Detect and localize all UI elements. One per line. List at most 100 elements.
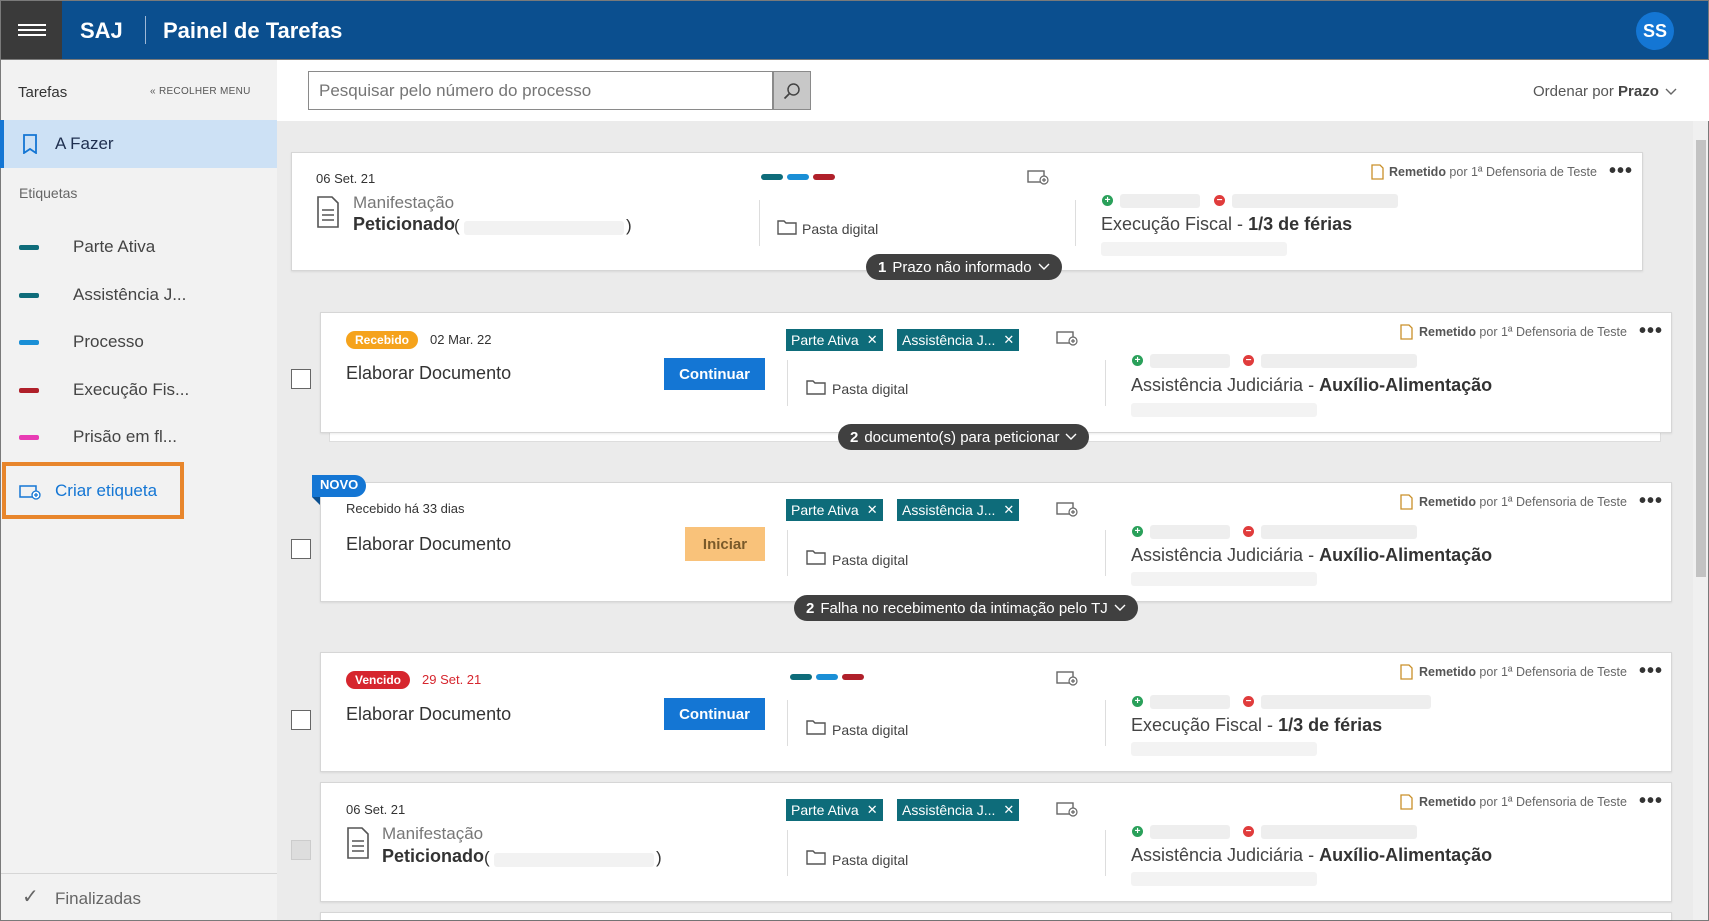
tag-chip-parte-ativa[interactable]: Parte Ativa ✕ — [786, 329, 883, 351]
task-status: Peticionado — [382, 846, 485, 866]
divider — [1105, 830, 1106, 876]
sidebar-tarefas-heading: Tarefas — [18, 84, 68, 101]
process-number-close: ) — [626, 216, 632, 235]
redacted-field — [1131, 872, 1317, 886]
sidebar-tag-execucao[interactable]: Execução Fis... — [0, 376, 277, 406]
close-icon[interactable]: ✕ — [1003, 332, 1014, 348]
document-icon — [317, 196, 339, 228]
tag-chip-assistencia[interactable]: Assistência J... ✕ — [897, 329, 1020, 351]
task-checkbox[interactable] — [291, 710, 311, 730]
remetido-label: Remetido — [1419, 795, 1476, 809]
remetido-por: por 1ª Defensoria de Teste — [1475, 795, 1627, 809]
task-checkbox[interactable] — [291, 539, 311, 559]
remetido-label: Remetido — [1389, 165, 1446, 179]
add-tag-icon[interactable] — [1056, 329, 1078, 346]
sort-value: Prazo — [1618, 83, 1659, 100]
search-input[interactable] — [308, 71, 773, 110]
search-button[interactable] — [773, 71, 811, 110]
process-number-open: ( — [484, 848, 490, 867]
task-summary: Execução Fiscal - 1/3 de férias — [1101, 214, 1352, 235]
divider — [787, 360, 788, 406]
continue-button[interactable]: Continuar — [664, 698, 765, 730]
more-options-icon[interactable]: ••• — [1639, 320, 1663, 343]
more-options-icon[interactable]: ••• — [1609, 160, 1633, 183]
remetido-info: Remetido por 1ª Defensoria de Teste — [1419, 495, 1627, 509]
pasta-digital-link[interactable]: Pasta digital — [802, 221, 878, 237]
pasta-digital-link[interactable]: Pasta digital — [832, 722, 908, 738]
chip-label: Assistência J... — [902, 502, 996, 518]
close-icon[interactable]: ✕ — [867, 802, 878, 818]
task-card[interactable] — [320, 912, 1672, 920]
more-options-icon[interactable]: ••• — [1639, 490, 1663, 513]
intimation-failure-pill[interactable]: 2 Falha no recebimento da intimação pelo… — [794, 595, 1138, 621]
close-icon[interactable]: ✕ — [867, 502, 878, 518]
tag-indicators[interactable] — [790, 674, 864, 680]
task-checkbox[interactable] — [291, 369, 311, 389]
document-icon — [347, 827, 369, 859]
sidebar-tag-processo[interactable]: Processo — [0, 328, 277, 358]
task-type: Manifestação — [353, 193, 455, 212]
close-icon[interactable]: ✕ — [1003, 502, 1014, 518]
tag-chip-parte-ativa[interactable]: Parte Ativa ✕ — [786, 499, 883, 521]
collapse-menu-button[interactable]: « RECOLHER MENU — [150, 86, 251, 97]
tag-chip-assistencia[interactable]: Assistência J... ✕ — [897, 499, 1020, 521]
folder-icon — [806, 380, 826, 395]
sent-document-icon — [1400, 324, 1413, 340]
deadline-pill[interactable]: 1 Prazo não informado — [866, 254, 1062, 280]
process-number-redacted — [464, 221, 624, 235]
hamburger-menu-icon[interactable] — [1, 1, 62, 59]
divider — [1105, 530, 1106, 576]
start-button[interactable]: Iniciar — [685, 527, 765, 561]
pill-text: documento(s) para peticionar — [864, 428, 1060, 446]
avatar[interactable]: SS — [1636, 12, 1674, 50]
sent-document-icon — [1400, 494, 1413, 510]
redacted-field — [1261, 825, 1417, 839]
add-tag-icon[interactable] — [1056, 500, 1078, 517]
task-date: Recebido há 33 dias — [346, 501, 465, 516]
more-options-icon[interactable]: ••• — [1639, 660, 1663, 683]
remetido-info: Remetido por 1ª Defensoria de Teste — [1419, 325, 1627, 339]
divider — [759, 200, 760, 246]
summary-bold: Auxílio-Alimentação — [1319, 545, 1493, 565]
status-badge: Recebido — [346, 331, 419, 349]
add-tag-icon[interactable] — [1056, 669, 1078, 686]
sidebar-tag-parte-ativa[interactable]: Parte Ativa — [0, 233, 277, 263]
task-date: 06 Set. 21 — [346, 802, 406, 817]
pasta-digital-link[interactable]: Pasta digital — [832, 381, 908, 397]
add-tag-icon[interactable] — [1056, 800, 1078, 817]
redacted-field — [1131, 572, 1317, 586]
sidebar-item-finalizadas[interactable]: Finalizadas — [55, 889, 141, 909]
app-logo[interactable]: SAJ — [80, 18, 123, 44]
scrollbar-thumb[interactable] — [1696, 140, 1706, 577]
plus-icon: + — [1102, 195, 1113, 206]
pasta-digital-link[interactable]: Pasta digital — [832, 552, 908, 568]
create-tag-label: Criar etiqueta — [55, 481, 158, 500]
continue-button[interactable]: Continuar — [664, 358, 765, 390]
sidebar-tag-assistencia[interactable]: Assistência J... — [0, 281, 277, 311]
redacted-field — [1150, 354, 1230, 368]
remetido-info: Remetido por 1ª Defensoria de Teste — [1419, 665, 1627, 679]
plus-icon: + — [1132, 355, 1143, 366]
task-title: Elaborar Documento — [346, 363, 512, 383]
more-options-icon[interactable]: ••• — [1639, 790, 1663, 813]
bookmark-icon — [23, 134, 37, 154]
chip-label: Assistência J... — [902, 802, 996, 818]
tag-indicators[interactable] — [761, 174, 835, 180]
sort-dropdown[interactable]: Ordenar por Prazo — [1533, 83, 1677, 100]
sidebar-tag-prisao[interactable]: Prisão em fl... — [0, 423, 277, 453]
summary-bold: 1/3 de férias — [1278, 715, 1383, 735]
documents-pill[interactable]: 2 documento(s) para peticionar — [838, 424, 1090, 450]
tag-chip-assistencia[interactable]: Assistência J... ✕ — [897, 799, 1020, 821]
pill-count: 2 — [850, 428, 859, 446]
folder-icon — [806, 720, 826, 735]
add-tag-icon[interactable] — [1027, 168, 1049, 185]
remetido-por: por 1ª Defensoria de Teste — [1475, 325, 1627, 339]
close-icon[interactable]: ✕ — [1003, 802, 1014, 818]
sidebar-divider — [1, 873, 277, 874]
pasta-digital-link[interactable]: Pasta digital — [832, 852, 908, 868]
remetido-label: Remetido — [1419, 665, 1476, 679]
sidebar-item-a-fazer[interactable] — [0, 120, 277, 168]
remetido-por: por 1ª Defensoria de Teste — [1475, 665, 1627, 679]
tag-chip-parte-ativa[interactable]: Parte Ativa ✕ — [786, 799, 883, 821]
close-icon[interactable]: ✕ — [867, 332, 878, 348]
